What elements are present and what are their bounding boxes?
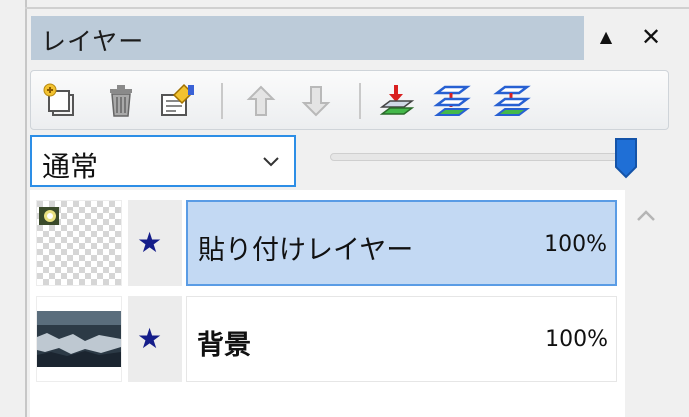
visibility-toggle[interactable]: ★: [128, 296, 182, 382]
star-icon: ★: [137, 226, 163, 259]
panel-top-border: [25, 7, 689, 9]
layer-thumbnail: [36, 200, 122, 286]
arrow-down-icon[interactable]: [296, 81, 336, 121]
layer-flatten-icon[interactable]: [491, 81, 531, 121]
collapse-icon[interactable]: ▲: [592, 22, 620, 52]
panel-titlebar[interactable]: レイヤー: [31, 16, 584, 60]
layer-properties-icon[interactable]: [156, 81, 196, 121]
trash-icon[interactable]: [101, 81, 141, 121]
chevron-down-icon: [263, 157, 279, 167]
layer-row[interactable]: ★ 背景 100%: [30, 290, 625, 386]
layer-toolbar: [30, 70, 669, 130]
panel-title: レイヤー: [41, 27, 145, 56]
layer-info[interactable]: 貼り付けレイヤー 100%: [186, 200, 617, 286]
layer-opacity: 100%: [545, 327, 608, 352]
star-icon: ★: [137, 322, 163, 355]
layer-opacity: 100%: [544, 232, 607, 257]
layer-info[interactable]: 背景 100%: [186, 296, 617, 382]
background-thumbnail-image: [37, 311, 121, 367]
opacity-slider-thumb[interactable]: [614, 137, 638, 179]
blend-mode-select[interactable]: 通常: [30, 135, 296, 187]
transparent-thumbnail-image: [37, 201, 121, 285]
scroll-up-icon[interactable]: [633, 206, 659, 226]
visibility-toggle[interactable]: ★: [128, 200, 182, 286]
layer-thumbnail: [36, 296, 122, 382]
merge-down-icon[interactable]: [376, 81, 416, 121]
new-layer-icon[interactable]: [41, 81, 81, 121]
layer-name: 背景: [197, 330, 251, 361]
layers-panel: レイヤー ▲ ✕ 通常 ★ 貼り付けレイヤー 100% ★ 背景 100%: [0, 0, 689, 417]
opacity-slider-track[interactable]: [330, 153, 620, 161]
layer-name: 貼り付けレイヤー: [198, 235, 414, 266]
panel-border: [25, 0, 27, 417]
layer-list: ★ 貼り付けレイヤー 100% ★ 背景 100%: [30, 190, 625, 417]
layer-row[interactable]: ★ 貼り付けレイヤー 100%: [30, 194, 625, 290]
toolbar-separator: [221, 83, 223, 119]
close-icon[interactable]: ✕: [637, 22, 665, 52]
layer-transform-icon[interactable]: [431, 81, 471, 121]
layer-list-scrollbar[interactable]: [627, 200, 667, 417]
toolbar-separator: [359, 83, 361, 119]
blend-mode-value: 通常: [42, 150, 99, 183]
arrow-up-icon[interactable]: [241, 81, 281, 121]
